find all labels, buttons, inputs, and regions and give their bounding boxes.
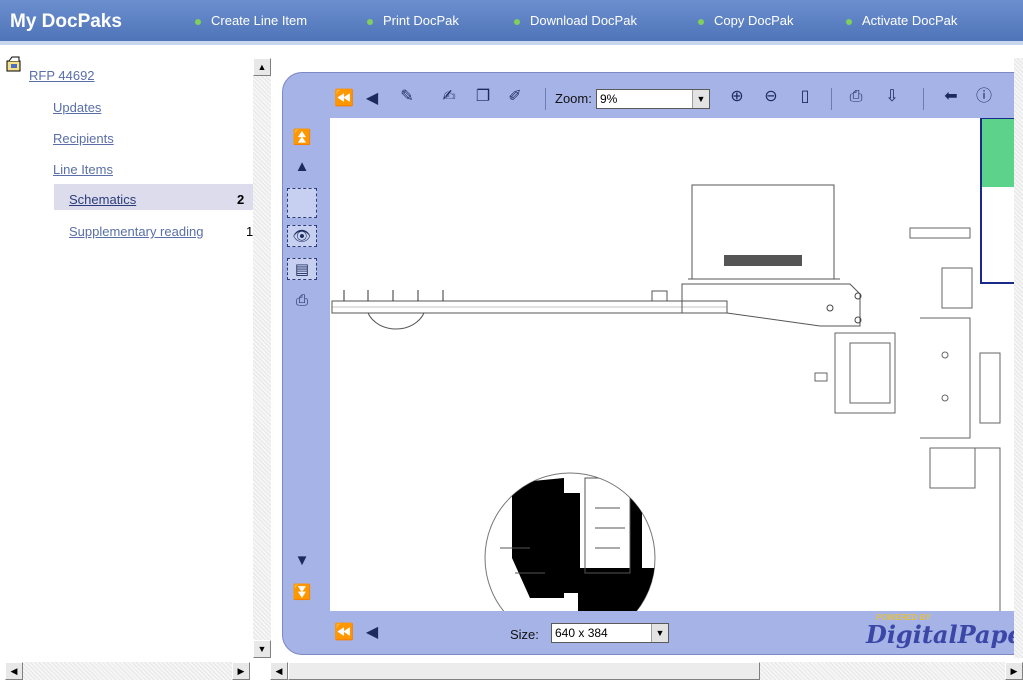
nav-label: Copy DocPak [714,13,794,28]
digitalpaper-logo: DigitalPaper [866,620,1023,649]
copy-icon[interactable]: ❐ [472,87,494,107]
tree-scroll-right-button[interactable]: ▶ [232,662,250,680]
toolbar-separator [923,88,924,110]
bullet-icon [514,18,520,25]
back-icon[interactable]: ⬅ [940,87,962,107]
tree-item-recipients[interactable]: Recipients [53,131,114,146]
download-docpak-link[interactable]: Download DocPak [514,13,637,28]
bullet-icon [698,18,704,25]
zoom-label: Zoom: [555,91,592,106]
schematic-drawing [331,118,1015,611]
nav-label: Activate DocPak [862,13,958,28]
viewer-scroll-right-button[interactable]: ▶ [1005,662,1023,680]
page-icon[interactable]: ▤ [287,258,317,280]
viewer-scroll-left-button[interactable]: ◀ [270,662,288,680]
activate-docpak-link[interactable]: Activate DocPak [846,13,957,28]
zoom-in-icon[interactable]: ⊕ [726,87,748,107]
first-page-icon[interactable]: ⏪ [334,89,354,109]
tree-root-rfp[interactable]: RFP 44692 [29,68,95,83]
fit-page-icon[interactable]: ▯ [794,87,816,107]
copy-docpak-link[interactable]: Copy DocPak [698,13,793,28]
bullet-icon [195,18,201,25]
scroll-up-button[interactable]: ▲ [253,58,271,76]
toolbar-separator [545,88,546,110]
last-icon[interactable]: ⏬ [286,582,318,604]
prev-page-bottom-icon[interactable]: ◀ [364,623,380,643]
first-page-bottom-icon[interactable]: ⏪ [334,623,354,643]
chevron-down-icon: ▼ [651,624,668,642]
viewer-vertical-scrollbar[interactable] [1014,58,1023,658]
prev-icon[interactable]: ▲ [286,156,318,178]
zoom-value: 9% [600,92,618,106]
print-docpak-link[interactable]: Print DocPak [367,13,459,28]
nav-label: Download DocPak [530,13,637,28]
docpak-folder-icon [6,56,21,72]
supplementary-count: 1 [246,224,253,239]
select-tool-icon[interactable] [287,188,317,218]
zoom-out-icon[interactable]: ⊖ [760,87,782,107]
size-select[interactable]: 640 x 384 ▼ [551,623,669,643]
first-icon[interactable]: ⏫ [286,127,318,149]
tree-item-line-items[interactable]: Line Items [53,162,113,177]
info-icon[interactable]: ⓘ [972,87,996,107]
print-icon[interactable]: ⎙ [844,87,868,107]
viewer-scroll-thumb[interactable] [288,662,760,680]
size-value: 640 x 384 [555,626,608,640]
tree-vertical-scrollbar[interactable] [253,58,271,658]
prev-page-icon[interactable]: ◀ [364,89,380,109]
next-icon[interactable]: ▼ [286,550,318,572]
create-line-item-link[interactable]: Create Line Item [195,13,307,28]
edit-icon[interactable]: ✐ [504,87,526,107]
tree-item-supplementary-reading[interactable]: Supplementary reading [69,224,203,239]
schematics-count: 2 [237,192,245,207]
bullet-icon [367,18,373,25]
top-bar: My DocPaks Create Line Item Print DocPak… [0,0,1023,45]
tree-item-schematics[interactable]: Schematics [69,192,136,207]
tree-item-updates[interactable]: Updates [53,100,101,115]
print-side-icon[interactable]: ⎙ [286,290,318,312]
scroll-down-button[interactable]: ▼ [253,640,271,658]
toolbar-separator [831,88,832,110]
chevron-down-icon: ▼ [692,90,709,108]
nav-label: Create Line Item [211,13,308,28]
zoom-select[interactable]: 9% ▼ [596,89,710,109]
export-icon[interactable]: ⇩ [880,87,904,107]
tree-scroll-left-button[interactable]: ◀ [5,662,23,680]
tree-horizontal-scrollbar[interactable] [5,662,250,680]
app-title: My DocPaks [10,11,122,32]
document-canvas[interactable] [330,118,1015,611]
nav-label: Print DocPak [383,13,459,28]
stamp-icon[interactable]: ✍ [438,87,460,107]
annotate-icon[interactable]: ✎ [396,87,418,107]
docpak-tree: RFP 44692 Updates Recipients Line Items … [0,49,253,659]
bullet-icon [846,18,852,25]
size-label: Size: [510,627,539,642]
eye-icon[interactable]: 👁 [287,225,317,247]
